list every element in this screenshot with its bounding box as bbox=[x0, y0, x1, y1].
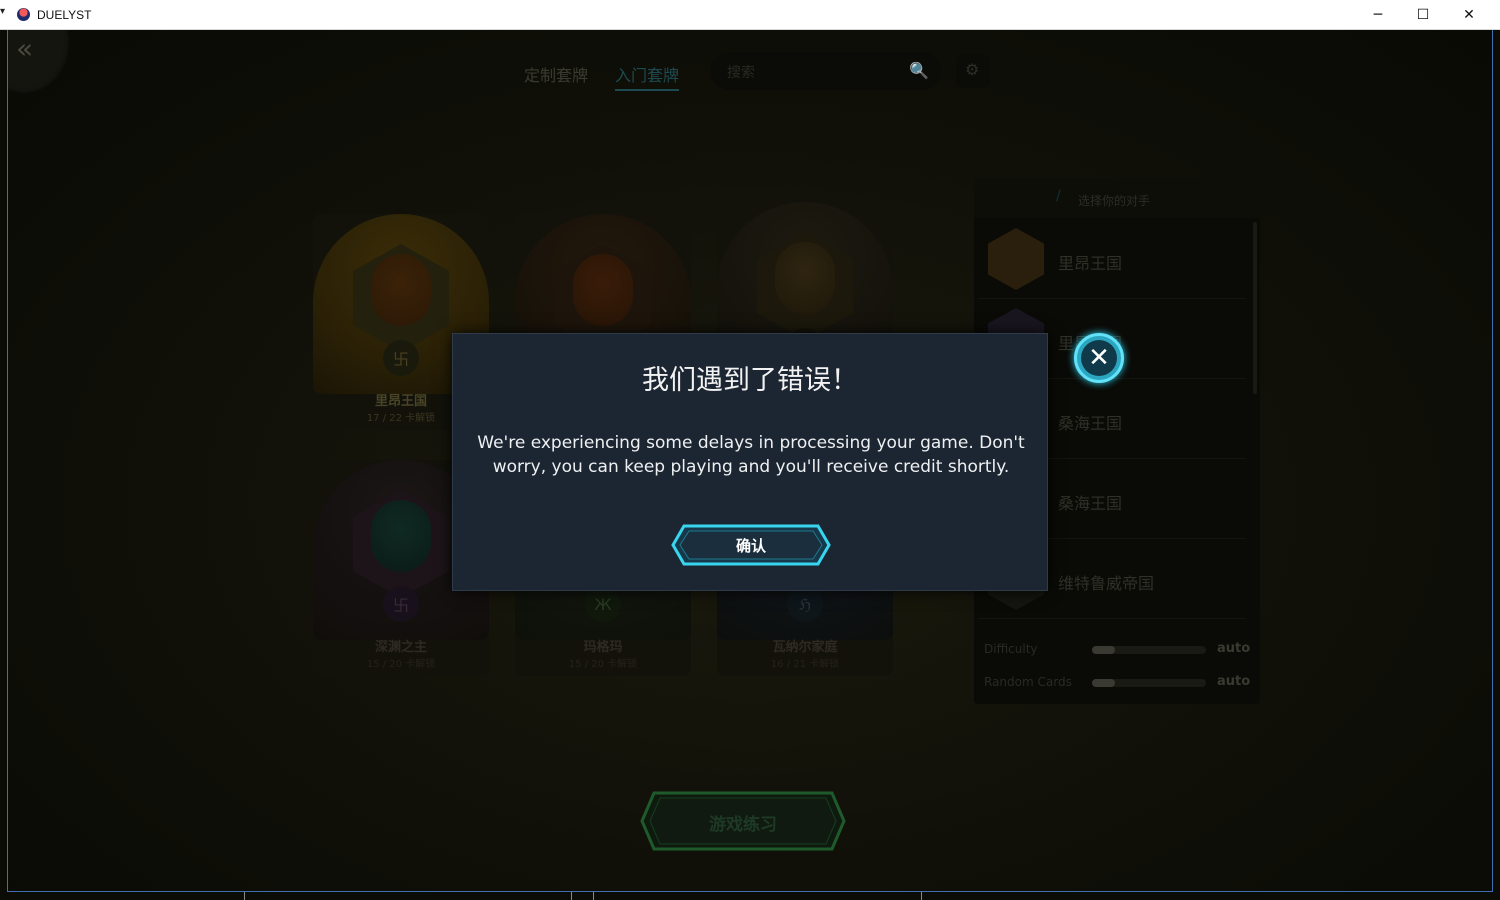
deck-progress: 16 / 21 卡解锁 bbox=[770, 659, 840, 670]
confirm-button[interactable]: 确认 bbox=[670, 523, 832, 567]
random-cards-slider-fill bbox=[1092, 679, 1115, 687]
error-dialog-title: 我们遇到了错误！ bbox=[642, 365, 858, 396]
faction-emblem-icon: ℌ bbox=[787, 586, 823, 622]
close-dialog-button[interactable]: ✕ bbox=[1074, 333, 1124, 383]
difficulty-label: Difficulty bbox=[984, 642, 1038, 656]
gear-icon: ⚙ bbox=[965, 60, 980, 79]
faction-emblem-icon: Ж bbox=[585, 586, 621, 622]
close-button-inner: ✕ bbox=[1081, 340, 1117, 376]
close-window-button[interactable]: ✕ bbox=[1446, 0, 1492, 30]
deck-progress: 15 / 20 卡解锁 bbox=[366, 659, 436, 670]
faction-emblem-icon: 卐 bbox=[383, 586, 419, 622]
error-dialog-message: We're experiencing some delays in proces… bbox=[477, 433, 1025, 477]
opponent-list-scrollbar[interactable] bbox=[1253, 222, 1257, 394]
general-portrait bbox=[775, 242, 835, 314]
tab-custom-decks[interactable]: 定制套牌 bbox=[524, 62, 588, 86]
general-portrait bbox=[371, 254, 431, 326]
general-portrait bbox=[371, 500, 431, 572]
opponent-name: 桑海王国 bbox=[1058, 414, 1123, 433]
taskbar-edge-mark bbox=[244, 892, 245, 900]
system-menu-icon[interactable]: ▾ bbox=[0, 6, 5, 17]
close-icon: ✕ bbox=[1088, 343, 1110, 373]
duelyst-app-icon bbox=[17, 8, 30, 21]
opponent-portrait bbox=[988, 228, 1044, 290]
minimize-button[interactable]: ─ bbox=[1355, 0, 1401, 30]
deck-name: 深渊之主 bbox=[374, 640, 427, 655]
deck-name: 瓦纳尔家庭 bbox=[772, 640, 838, 655]
opponent-name: 维特鲁威帝国 bbox=[1058, 574, 1155, 593]
difficulty-slider[interactable] bbox=[1092, 646, 1206, 654]
opponent-panel-title: 选择你的对手 bbox=[1078, 194, 1151, 208]
double-chevron-left-icon: « bbox=[16, 32, 33, 65]
opponent-name: 桑海王国 bbox=[1058, 494, 1123, 513]
random-cards-label: Random Cards bbox=[984, 675, 1072, 689]
window-titlebar: ▾ DUELYST ─ ☐ ✕ bbox=[0, 0, 1500, 30]
deck-name: 玛格玛 bbox=[583, 640, 623, 655]
opponent-item[interactable]: 里昂王国 bbox=[978, 220, 1246, 299]
opponent-name: 里昂王国 bbox=[1058, 254, 1123, 273]
difficulty-value: auto bbox=[1217, 641, 1251, 656]
difficulty-slider-fill bbox=[1092, 646, 1115, 654]
taskbar-edge-mark bbox=[921, 892, 922, 900]
error-dialog: 我们遇到了错误！ We're experiencing some delays … bbox=[452, 333, 1048, 591]
random-cards-slider[interactable] bbox=[1092, 679, 1206, 687]
back-button[interactable]: « bbox=[8, 30, 70, 94]
taskbar-edge-mark bbox=[571, 892, 572, 900]
practice-game-button[interactable]: 游戏练习 bbox=[640, 790, 846, 852]
opponent-panel-header: / 选择你的对手 bbox=[974, 178, 1260, 218]
random-cards-value: auto bbox=[1217, 674, 1251, 689]
tab-starter-decks[interactable]: 入门套牌 bbox=[615, 62, 680, 91]
search-input[interactable]: 搜索 🔍 bbox=[711, 52, 941, 90]
slash-icon: / bbox=[1056, 188, 1061, 204]
faction-emblem-icon: 卐 bbox=[383, 340, 419, 376]
confirm-button-label: 确认 bbox=[735, 537, 766, 555]
window-title: DUELYST bbox=[37, 8, 92, 22]
maximize-button[interactable]: ☐ bbox=[1400, 0, 1446, 30]
deck-progress: 15 / 20 卡解锁 bbox=[568, 659, 638, 670]
search-icon[interactable]: 🔍 bbox=[909, 61, 929, 80]
taskbar-edge-mark bbox=[593, 892, 594, 900]
settings-button[interactable]: ⚙ bbox=[956, 54, 990, 88]
search-placeholder: 搜索 bbox=[727, 65, 755, 81]
practice-button-label: 游戏练习 bbox=[709, 815, 777, 835]
general-portrait bbox=[573, 254, 633, 326]
